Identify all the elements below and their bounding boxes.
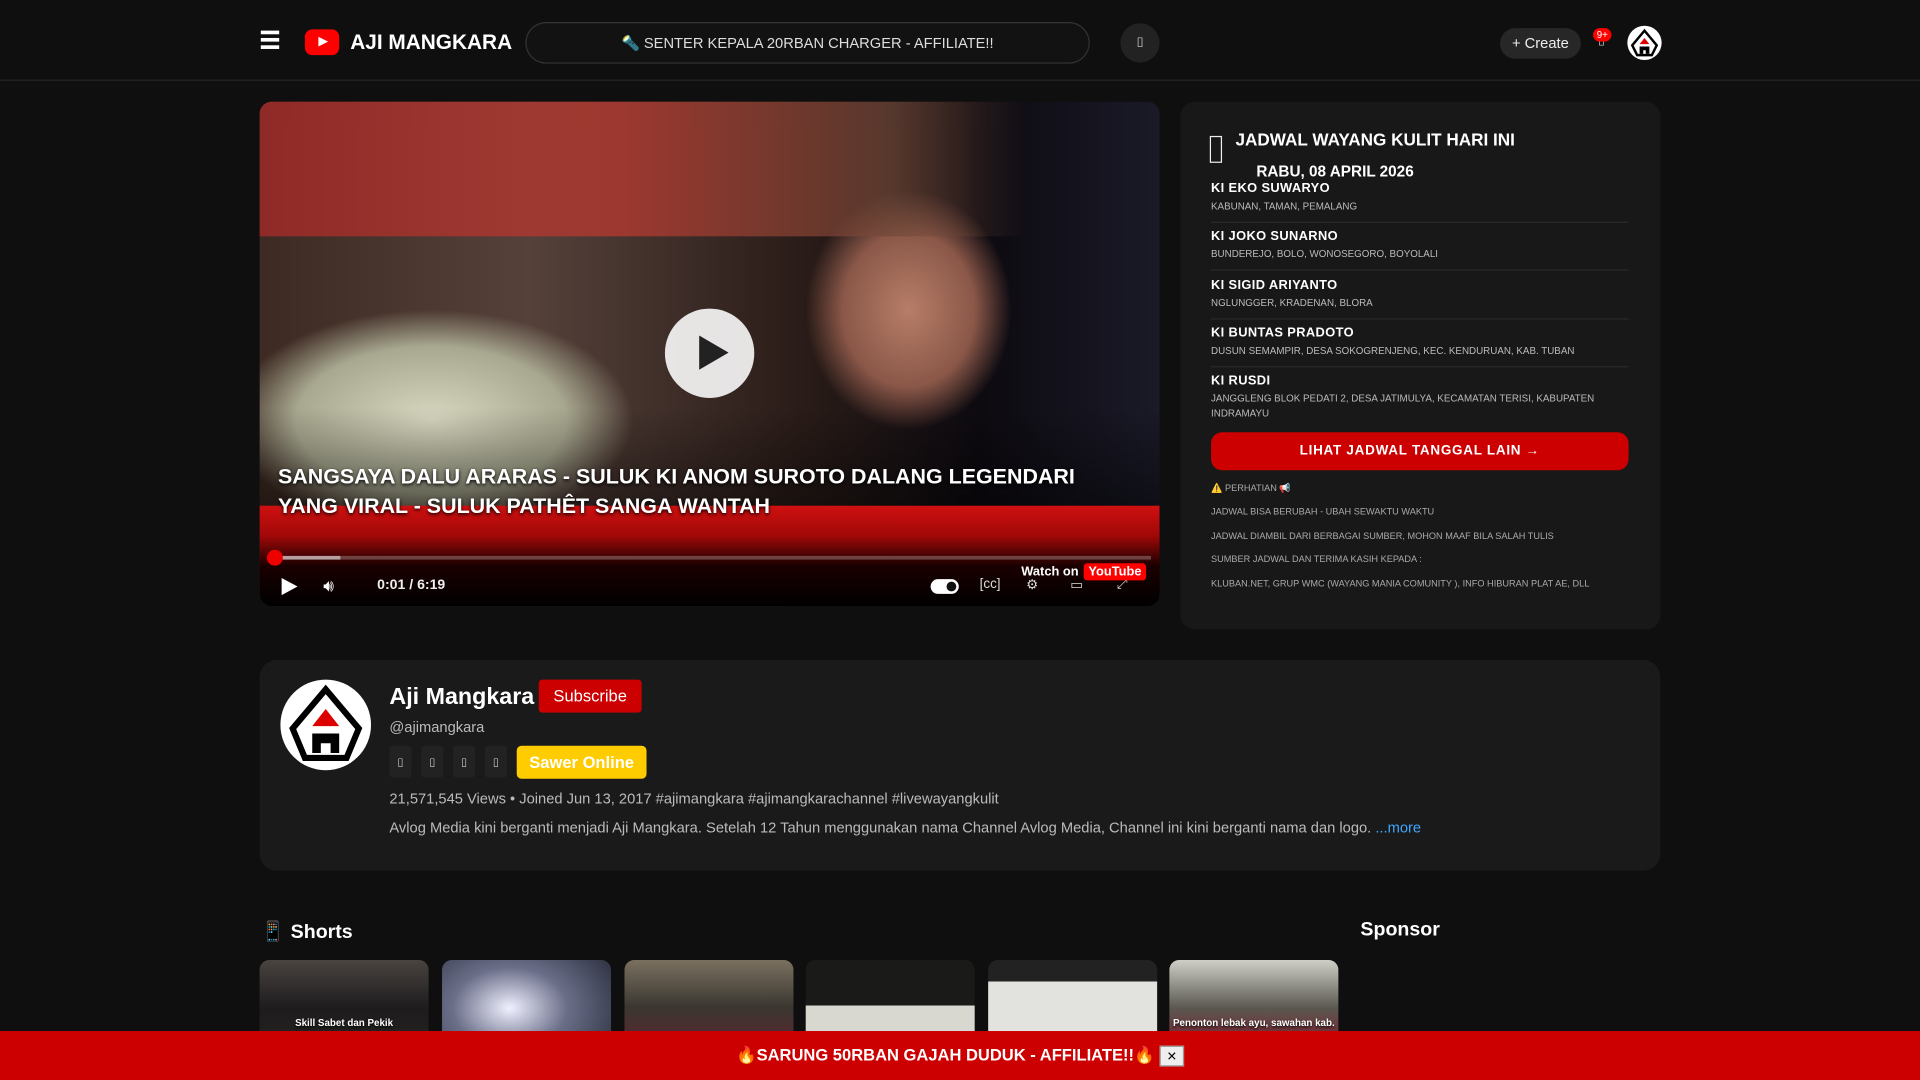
time-display: 0:01 / 6:19 xyxy=(377,577,446,593)
schedule-item: KI EKO SUWARYO KABUNAN, TAMAN, PEMALANG xyxy=(1211,181,1629,223)
note-line: KLUBAN.NET, GRUP WMC (WAYANG MANIA COMUN… xyxy=(1211,577,1590,589)
channel-avatar[interactable] xyxy=(280,679,372,771)
location: DUSUN SEMAMPIR, DESA SOKOGRENJENG, KEC. … xyxy=(1211,345,1575,357)
sponsor-heading: Sponsor xyxy=(1360,919,1440,941)
progress-bar[interactable] xyxy=(267,549,1152,566)
schedule-date: RABU, 08 APRIL 2026 xyxy=(1256,162,1414,181)
brand-name[interactable]: AJI MANGKARA xyxy=(350,31,512,55)
channel-description: Avlog Media kini berganti menjadi Aji Ma… xyxy=(389,819,1421,836)
schedule-item: KI JOKO SUNARNO BUNDEREJO, BOLO, WONOSEGO… xyxy=(1211,228,1629,271)
schedule-panel: JADWAL WAYANG KULIT HARI INI RABU, 08 AP… xyxy=(1180,101,1661,630)
note-heading: ⚠️ PERHATIAN 📢 xyxy=(1211,482,1291,494)
schedule-item: KI SIGID ARIYANTO NGLUNGGER, KRADENAN, BL… xyxy=(1211,278,1629,319)
channel-handle: @ajimangkara xyxy=(389,718,485,736)
short-caption: Skill Sabet dan Pekik xyxy=(295,1017,394,1029)
affiliate-banner[interactable]: 🔥SARUNG 50RBAN GAJAH DUDUK - AFFILIATE!!… xyxy=(0,1031,1920,1080)
schedule-item: KI BUNTAS PRADOTO DUSUN SEMAMPIR, DESA SO… xyxy=(1211,326,1629,367)
description-text: Avlog Media kini berganti menjadi Aji Ma… xyxy=(389,819,1376,837)
page: AJI MANGKARA 🔦 SENTER KEPALA 20RBAN CHAR… xyxy=(0,0,1920,1080)
youtube-logo-icon[interactable] xyxy=(304,29,340,56)
dalang-name: KI SIGID ARIYANTO xyxy=(1211,277,1338,293)
dalang-name: KI JOKO SUNARNO xyxy=(1211,228,1338,244)
top-bar: AJI MANGKARA 🔦 SENTER KEPALA 20RBAN CHAR… xyxy=(0,0,1920,81)
autoplay-toggle[interactable] xyxy=(930,579,959,594)
volume-icon[interactable]: 🔊︎ xyxy=(323,576,334,597)
social-icon[interactable]: ▯ xyxy=(421,745,444,778)
channel-stats: 21,571,545 Views • Joined Jun 13, 2017 #… xyxy=(389,789,999,807)
channel-card: Aji Mangkara Subscribe @ajimangkara ▯ ▯ … xyxy=(259,660,1661,871)
video-player[interactable]: SANGSAYA DALU ARARAS - SULUK KI ANOM SUR… xyxy=(259,101,1160,607)
calendar-icon xyxy=(1209,135,1223,163)
shorts-heading: 📱 Shorts xyxy=(260,922,353,943)
dalang-name: KI RUSDI xyxy=(1211,373,1271,389)
captions-icon[interactable]: [cc] xyxy=(980,577,1001,592)
play-icon[interactable] xyxy=(281,577,298,596)
search-button[interactable]: ▯ xyxy=(1120,23,1160,63)
schedule-title: JADWAL WAYANG KULIT HARI INI xyxy=(1235,129,1515,150)
video-title[interactable]: SANGSAYA DALU ARARAS - SULUK KI ANOM SUR… xyxy=(278,462,1135,521)
more-link[interactable]: ...more xyxy=(1375,819,1421,836)
location: JANGGLENG BLOK PEDATI 2, DESA JATIMULYA,… xyxy=(1211,393,1595,419)
notification-badge: 9+ xyxy=(1593,28,1612,42)
watch-on-youtube-link[interactable]: Watch on YouTube xyxy=(1021,563,1147,581)
sawer-online-button[interactable]: Sawer Online xyxy=(516,745,647,779)
social-icon[interactable]: ▯ xyxy=(389,745,412,778)
thumbnail-art xyxy=(259,101,1160,237)
avatar[interactable] xyxy=(1627,25,1662,61)
subscribe-button[interactable]: Subscribe xyxy=(538,679,642,713)
youtube-label: YouTube xyxy=(1083,563,1147,581)
play-button-large[interactable] xyxy=(664,308,755,398)
watch-on-label: Watch on xyxy=(1021,564,1079,580)
note-line: JADWAL DIAMBIL DARI BERBAGAI SUMBER, MOH… xyxy=(1211,530,1554,542)
other-dates-button[interactable]: LIHAT JADWAL TANGGAL LAIN → xyxy=(1211,432,1629,471)
dalang-name: KI BUNTAS PRADOTO xyxy=(1211,325,1354,341)
location: KABUNAN, TAMAN, PEMALANG xyxy=(1211,200,1358,212)
banner-text[interactable]: 🔥SARUNG 50RBAN GAJAH DUDUK - AFFILIATE!!… xyxy=(736,1046,1155,1064)
dalang-name: KI EKO SUWARYO xyxy=(1211,181,1330,196)
menu-icon[interactable] xyxy=(260,30,280,49)
note-line: JADWAL BISA BERUBAH - UBAH SEWAKTU WAKTU xyxy=(1211,505,1435,517)
close-icon[interactable]: ✕ xyxy=(1159,1045,1185,1067)
social-icon[interactable]: ▯ xyxy=(484,745,507,778)
location: NGLUNGGER, KRADENAN, BLORA xyxy=(1211,297,1373,309)
channel-name[interactable]: Aji Mangkara xyxy=(389,684,534,711)
location: BUNDEREJO, BOLO, WONOSEGORO, BOYOLALI xyxy=(1211,248,1439,260)
create-button[interactable]: + Create xyxy=(1500,28,1581,59)
search-bar-promo[interactable]: 🔦 SENTER KEPALA 20RBAN CHARGER - AFFILIA… xyxy=(525,22,1090,64)
schedule-item: KI RUSDI JANGGLENG BLOK PEDATI 2, DESA JA… xyxy=(1211,373,1629,427)
social-icon[interactable]: ▯ xyxy=(453,745,476,778)
note-line: SUMBER JADWAL DAN TERIMA KASIH KEPADA : xyxy=(1211,553,1422,565)
short-caption: Penonton lebak ayu, sawahan kab. xyxy=(1173,1017,1335,1029)
